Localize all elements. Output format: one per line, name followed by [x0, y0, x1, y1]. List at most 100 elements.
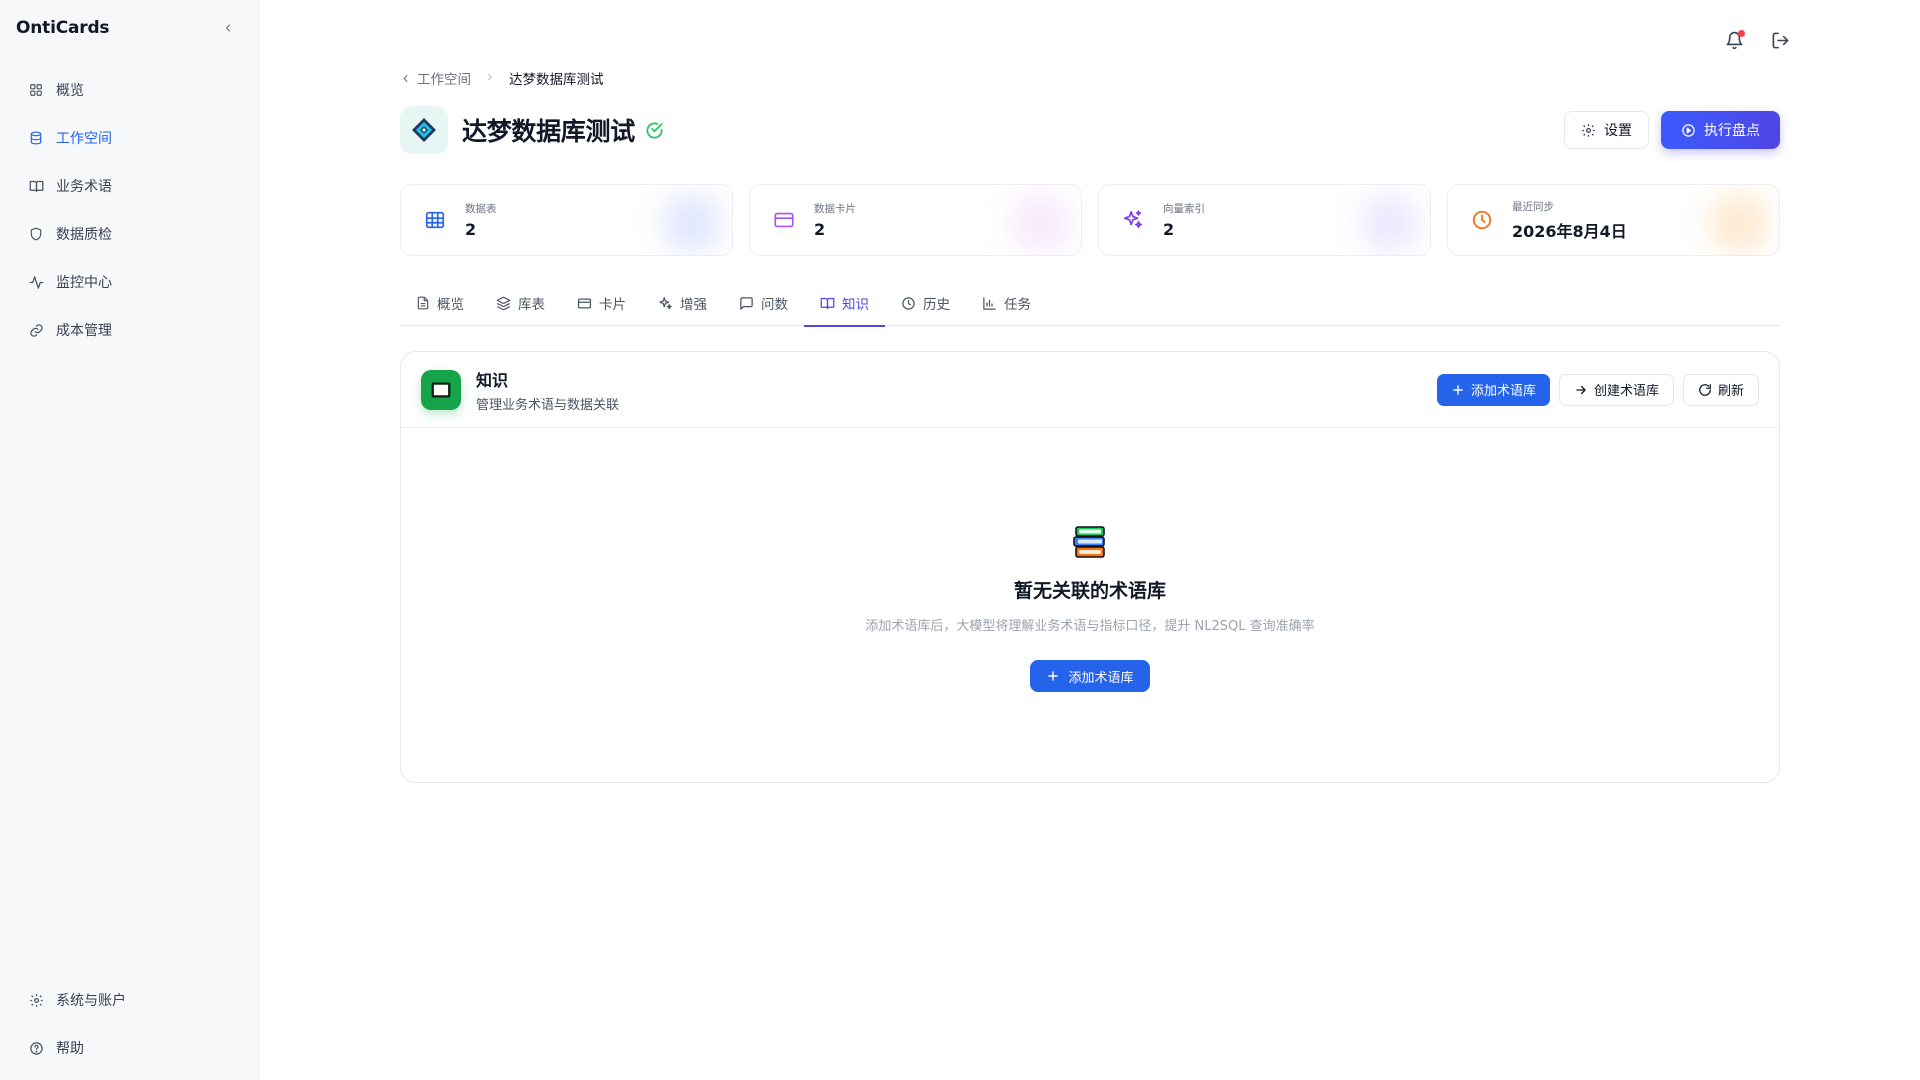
- sidebar-item-label: 帮助: [56, 1041, 84, 1057]
- brand-logo: OntiCards: [16, 18, 110, 38]
- refresh-button[interactable]: 刷新: [1682, 373, 1759, 406]
- sidebar-item-settings[interactable]: 系统与账户: [18, 976, 240, 1024]
- empty-state-description: 添加术语库后，大模型将理解业务术语与指标口径，提升 NL2SQL 查询准确率: [865, 619, 1315, 634]
- sidebar-item-label: 业务术语: [56, 179, 112, 195]
- book-icon: [28, 178, 44, 194]
- sidebar-item-label: 数据质检: [56, 227, 112, 243]
- breadcrumb-parent-link[interactable]: 工作空间: [400, 68, 471, 88]
- add-glossary-label: 添加术语库: [1470, 384, 1536, 399]
- card-icon: [577, 296, 592, 311]
- tab-tasks[interactable]: 任务: [966, 280, 1047, 326]
- create-glossary-label: 创建术语库: [1593, 384, 1659, 399]
- chevron-right-icon: [485, 70, 495, 86]
- plus-icon: [1451, 383, 1465, 397]
- sparkles-icon: [1117, 204, 1149, 236]
- panel-title: 知识: [476, 370, 509, 390]
- tab-cards[interactable]: 卡片: [561, 280, 642, 326]
- book-icon: [421, 369, 461, 410]
- sidebar-item-label: 监控中心: [56, 275, 112, 291]
- tab-label: 历史: [923, 297, 950, 313]
- sidebar-item-cost[interactable]: 成本管理: [18, 306, 240, 354]
- sidebar-nav: 概览 工作空间 业务术语 数据质检 监控中心 成本管理: [18, 66, 240, 354]
- settings-button[interactable]: 设置: [1564, 111, 1649, 149]
- credit-card-icon: [768, 204, 800, 236]
- sidebar-item-overview[interactable]: 概览: [18, 66, 240, 114]
- stat-value: 2026年8月4日: [1512, 221, 1627, 241]
- plus-icon: [1046, 669, 1060, 683]
- empty-add-glossary-button[interactable]: 添加术语库: [1030, 660, 1150, 692]
- breadcrumb: 工作空间 达梦数据库测试: [400, 66, 1780, 90]
- stat-card-vectors: 向量索引 2: [1098, 184, 1431, 256]
- stat-value: 2: [814, 220, 826, 239]
- knowledge-panel: 知识 管理业务术语与数据关联 添加术语库 创建术语库 刷新 暂无关联的术语库 添…: [400, 351, 1780, 783]
- tab-enhance[interactable]: 增强: [642, 280, 723, 326]
- dameng-logo-icon: [400, 106, 448, 154]
- tab-history[interactable]: 历史: [885, 280, 966, 326]
- stat-card-cards: 数据卡片 2: [749, 184, 1082, 256]
- grid-icon: [28, 82, 44, 98]
- logout-icon: [1771, 31, 1790, 54]
- sidebar-item-help[interactable]: 帮助: [18, 1024, 240, 1072]
- shield-icon: [28, 226, 44, 242]
- stats-row: 数据表 2 数据卡片 2 向量索引 2 最近同步 2026年8月4日: [400, 184, 1780, 256]
- gear-icon: [28, 992, 44, 1008]
- bar-chart-icon: [982, 296, 997, 311]
- sidebar-item-glossary[interactable]: 业务术语: [18, 162, 240, 210]
- stat-value: 2: [1163, 220, 1175, 239]
- link-icon: [28, 322, 44, 338]
- create-glossary-button[interactable]: 创建术语库: [1558, 373, 1674, 406]
- sidebar-bottom-nav: 系统与账户 帮助: [18, 976, 240, 1072]
- add-glossary-button[interactable]: 添加术语库: [1436, 373, 1550, 406]
- collapse-sidebar-button[interactable]: [218, 18, 238, 38]
- play-circle-icon: [1681, 123, 1696, 138]
- refresh-icon: [1698, 383, 1712, 397]
- panel-header: 知识 管理业务术语与数据关联 添加术语库 创建术语库 刷新: [401, 352, 1779, 428]
- page-content: 工作空间 达梦数据库测试 达梦数据库测试 设置 执行盘点 数据表 2 数据卡片 …: [400, 66, 1780, 783]
- run-inventory-label: 执行盘点: [1704, 123, 1760, 139]
- database-icon: [28, 130, 44, 146]
- tab-label: 概览: [437, 297, 464, 313]
- help-circle-icon: [28, 1040, 44, 1056]
- tab-overview[interactable]: 概览: [414, 280, 480, 326]
- main-area: 工作空间 达梦数据库测试 达梦数据库测试 设置 执行盘点 数据表 2 数据卡片 …: [259, 0, 1920, 1080]
- book-open-icon: [820, 296, 835, 311]
- tab-label: 知识: [842, 297, 869, 313]
- tab-ask[interactable]: 问数: [723, 280, 804, 326]
- logout-button[interactable]: [1768, 30, 1792, 54]
- gear-icon: [1581, 123, 1596, 138]
- page-header: 达梦数据库测试 设置 执行盘点: [400, 106, 1780, 154]
- page-title: 达梦数据库测试: [462, 117, 635, 146]
- file-icon: [416, 296, 430, 310]
- run-inventory-button[interactable]: 执行盘点: [1661, 111, 1780, 149]
- arrow-right-icon: [1574, 383, 1588, 397]
- breadcrumb-parent-label: 工作空间: [417, 72, 471, 88]
- sidebar-item-label: 成本管理: [56, 323, 112, 339]
- sidebar-item-monitor[interactable]: 监控中心: [18, 258, 240, 306]
- notification-dot: [1738, 30, 1745, 37]
- empty-state-title: 暂无关联的术语库: [1013, 580, 1166, 602]
- tab-bar: 概览 库表 卡片 增强 问数 知识 历史 任务: [400, 280, 1780, 327]
- stat-card-tables: 数据表 2: [400, 184, 733, 256]
- message-icon: [739, 296, 754, 311]
- refresh-label: 刷新: [1717, 384, 1744, 399]
- sidebar-item-workspace[interactable]: 工作空间: [18, 114, 240, 162]
- tab-knowledge[interactable]: 知识: [804, 280, 885, 327]
- stat-card-last-sync: 最近同步 2026年8月4日: [1447, 184, 1780, 256]
- layers-icon: [496, 296, 511, 311]
- stat-label: 数据卡片: [814, 203, 856, 215]
- topbar-actions: [1722, 30, 1792, 54]
- empty-add-glossary-label: 添加术语库: [1068, 670, 1134, 686]
- clock-icon: [901, 296, 916, 311]
- chevron-left-icon: [400, 73, 411, 84]
- notification-button[interactable]: [1722, 30, 1746, 54]
- tab-label: 库表: [518, 297, 545, 313]
- tab-label: 问数: [761, 297, 788, 313]
- empty-state: 暂无关联的术语库 添加术语库后，大模型将理解业务术语与指标口径，提升 NL2SQ…: [401, 428, 1779, 692]
- sidebar-item-quality[interactable]: 数据质检: [18, 210, 240, 258]
- tab-tables[interactable]: 库表: [480, 280, 561, 326]
- breadcrumb-current: 达梦数据库测试: [509, 72, 604, 88]
- tab-label: 任务: [1004, 297, 1031, 313]
- sparkles-icon: [658, 296, 673, 311]
- stat-label: 最近同步: [1512, 200, 1554, 213]
- sidebar-item-label: 概览: [56, 83, 84, 99]
